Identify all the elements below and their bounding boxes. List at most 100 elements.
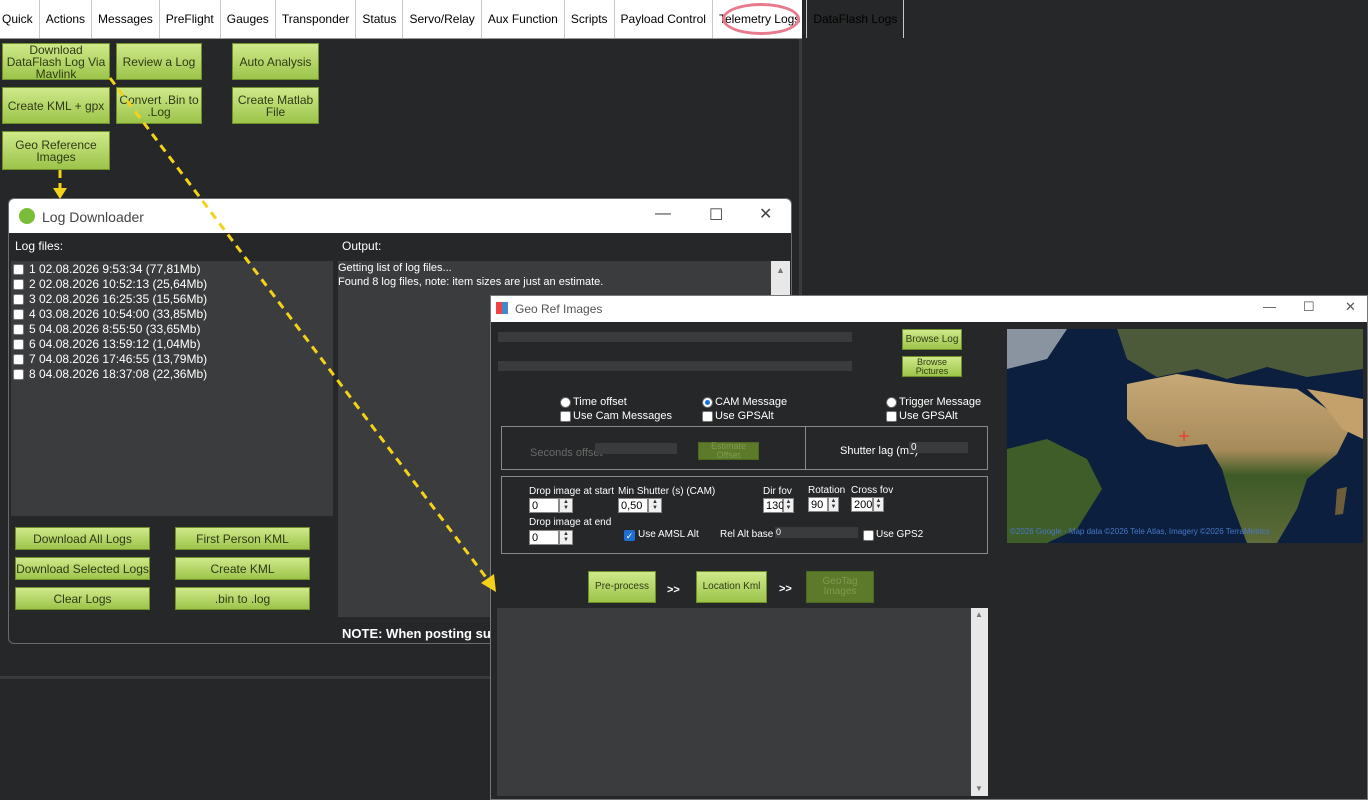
tab-actions[interactable]: Actions (40, 0, 93, 38)
output-scrollbar[interactable]: ▲ (771, 261, 790, 295)
drop-end-input[interactable]: 0 (529, 530, 559, 545)
convert-bin-button[interactable]: Convert .Bin to .Log (116, 87, 202, 124)
log-file-item[interactable]: 2 02.08.2026 10:52:13 (25,64Mb) (29, 277, 207, 291)
create-kml-gpx-button[interactable]: Create KML + gpx (2, 87, 110, 124)
rotation-input[interactable]: 90 (808, 497, 828, 512)
drop-start-spinner[interactable]: ▲ ▼ (559, 498, 573, 513)
app-icon (496, 302, 508, 314)
offset-divider (805, 426, 806, 470)
maximize-icon[interactable]: ☐ (709, 205, 723, 225)
location-kml-button[interactable]: Location Kml (696, 571, 767, 603)
log-path-field[interactable] (498, 332, 852, 342)
log-file-item[interactable]: 7 04.08.2026 17:46:55 (13,79Mb) (29, 352, 207, 366)
log-file-item[interactable]: 3 02.08.2026 16:25:35 (15,56Mb) (29, 292, 207, 306)
log-file-checkbox[interactable] (13, 324, 24, 335)
geotag-images-button[interactable]: GeoTag Images (806, 571, 874, 603)
use-cam-messages-checkbox[interactable] (560, 411, 571, 422)
tab-scripts[interactable]: Scripts (565, 0, 615, 38)
pictures-path-field[interactable] (498, 361, 852, 371)
download-all-logs-button[interactable]: Download All Logs (15, 527, 150, 550)
clear-logs-button[interactable]: Clear Logs (15, 587, 150, 610)
log-file-item[interactable]: 4 03.08.2026 10:54:00 (33,85Mb) (29, 307, 207, 321)
log-file-item[interactable]: 5 04.08.2026 8:55:50 (33,65Mb) (29, 322, 200, 336)
time-offset-radio[interactable] (560, 397, 571, 408)
tab-messages[interactable]: Messages (92, 0, 160, 38)
drop-end-spinner[interactable]: ▲ ▼ (559, 530, 573, 545)
preprocess-button[interactable]: Pre-process (588, 571, 656, 603)
use-amsl-label: Use AMSL Alt (638, 529, 699, 540)
log-file-item[interactable]: 8 04.08.2026 18:37:08 (22,36Mb) (29, 367, 207, 381)
log-file-checkbox[interactable] (13, 294, 24, 305)
close-icon[interactable]: ✕ (1345, 299, 1356, 315)
tab-aux-function[interactable]: Aux Function (482, 0, 565, 38)
tab-transponder[interactable]: Transponder (276, 0, 357, 38)
cam-message-radio[interactable] (702, 397, 713, 408)
min-shutter-input[interactable]: 0,50 (618, 498, 648, 513)
dir-fov-input[interactable]: 130 (763, 498, 784, 513)
shutter-lag-field[interactable]: 0 (909, 442, 968, 453)
log-downloader-title: Log Downloader (42, 209, 144, 225)
tab-gauges[interactable]: Gauges (221, 0, 276, 38)
dir-fov-spinner[interactable]: ▲ ▼ (783, 498, 794, 513)
browse-log-button[interactable]: Browse Log (902, 329, 962, 350)
georef-window: Geo Ref Images — ☐ ✕ Browse Log Browse P… (490, 295, 1368, 800)
close-icon[interactable]: ✕ (759, 204, 772, 224)
download-selected-logs-button[interactable]: Download Selected Logs (15, 557, 150, 580)
georef-titlebar: Geo Ref Images — ☐ ✕ (491, 296, 1367, 322)
map-graphic (1007, 329, 1363, 543)
use-gps2-checkbox[interactable] (863, 530, 874, 541)
log-file-checkbox[interactable] (13, 279, 24, 290)
log-file-checkbox[interactable] (13, 264, 24, 275)
review-log-button[interactable]: Review a Log (116, 43, 202, 80)
satellite-map[interactable]: ©2026 Google - Map data ©2026 Tele Atlas… (1007, 329, 1363, 543)
log-file-item[interactable]: 1 02.08.2026 9:53:34 (77,81Mb) (29, 262, 200, 276)
output-line-1: Getting list of log files... (338, 262, 452, 274)
tab-dataflash-logs[interactable]: DataFlash Logs (807, 0, 905, 38)
cross-fov-input[interactable]: 200 (851, 497, 873, 512)
estimate-offset-button[interactable]: Estimate Offset (698, 442, 759, 460)
minimize-icon[interactable]: — (655, 205, 671, 223)
trigger-message-radio[interactable] (886, 397, 897, 408)
minimize-icon[interactable]: — (1263, 299, 1276, 314)
note-text: NOTE: When posting su (342, 626, 491, 641)
arrow-1: >> (667, 584, 680, 596)
shutter-lag-label: Shutter lag (ms) (840, 445, 919, 457)
first-person-kml-button[interactable]: First Person KML (175, 527, 310, 550)
download-dataflash-mavlink-button[interactable]: Download DataFlash Log Via Mavlink (2, 43, 110, 80)
log-file-checkbox[interactable] (13, 309, 24, 320)
bin-to-log-button[interactable]: .bin to .log (175, 587, 310, 610)
tab-preflight[interactable]: PreFlight (160, 0, 221, 38)
log-file-checkbox[interactable] (13, 369, 24, 380)
tab-payload-control[interactable]: Payload Control (615, 0, 713, 38)
use-gpsalt-checkbox-2[interactable] (886, 411, 897, 422)
log-downloader-titlebar: Log Downloader — ☐ ✕ (9, 199, 791, 233)
rel-alt-base-field[interactable]: 0 (775, 527, 858, 538)
tab-status[interactable]: Status (356, 0, 404, 38)
create-kml-button[interactable]: Create KML (175, 557, 310, 580)
tab-servo-relay[interactable]: Servo/Relay (403, 0, 482, 38)
maximize-icon[interactable]: ☐ (1303, 299, 1315, 315)
create-matlab-button[interactable]: Create Matlab File (232, 87, 319, 124)
output-line-2: Found 8 log files, note: item sizes are … (338, 276, 604, 288)
browse-pictures-button[interactable]: Browse Pictures (902, 356, 962, 377)
cross-fov-spinner[interactable]: ▲ ▼ (873, 497, 884, 512)
georef-log-textbox[interactable] (497, 608, 988, 796)
drop-start-input[interactable]: 0 (529, 498, 559, 513)
rotation-spinner[interactable]: ▲ ▼ (828, 497, 839, 512)
cam-message-label: CAM Message (715, 396, 788, 408)
log-file-checkbox[interactable] (13, 339, 24, 350)
tab-quick[interactable]: Quick (0, 0, 40, 38)
min-shutter-spinner[interactable]: ▲ ▼ (648, 498, 662, 513)
log-file-checkbox[interactable] (13, 354, 24, 365)
geo-reference-images-button[interactable]: Geo Reference Images (2, 131, 110, 170)
cross-fov-label: Cross fov (851, 485, 894, 496)
output-label: Output: (342, 239, 382, 253)
log-file-item[interactable]: 6 04.08.2026 13:59:12 (1,04Mb) (29, 337, 200, 351)
use-gpsalt-checkbox-1[interactable] (702, 411, 713, 422)
dir-fov-label: Dir fov (763, 486, 792, 497)
auto-analysis-button[interactable]: Auto Analysis (232, 43, 319, 80)
use-gps2-label: Use GPS2 (876, 529, 924, 540)
seconds-offset-field[interactable] (595, 443, 677, 454)
use-amsl-checkbox[interactable]: ✓ (624, 530, 635, 541)
georef-log-scrollbar[interactable]: ▲ ▼ (971, 608, 988, 796)
